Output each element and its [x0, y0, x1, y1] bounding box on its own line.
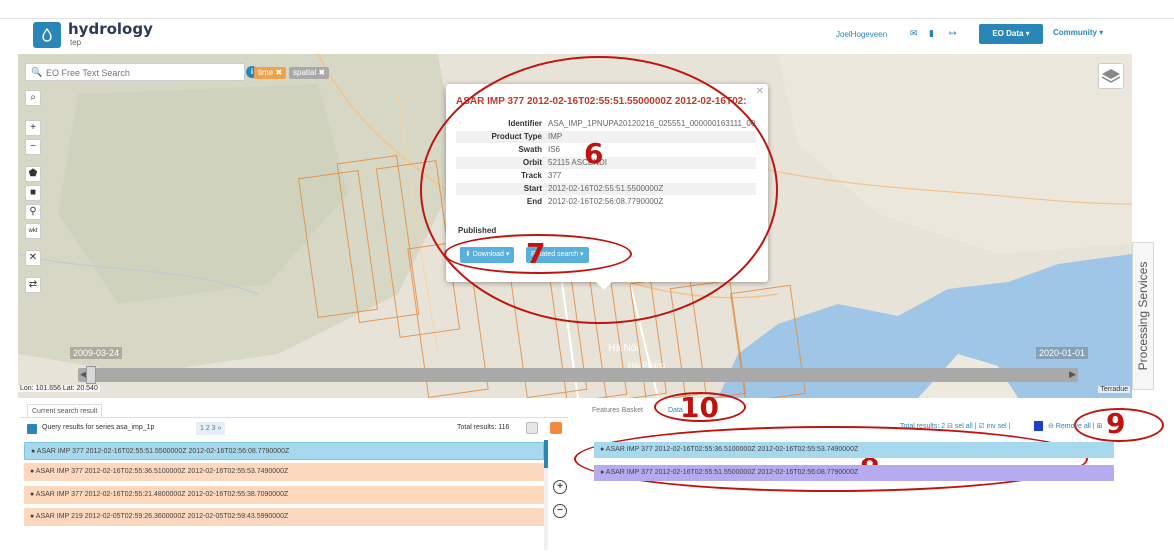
annotation-ring-6	[420, 56, 778, 324]
zoom-search-icon[interactable]: ⌕	[25, 90, 41, 106]
app-name[interactable]: hydrology	[68, 20, 153, 38]
processing-services-tab[interactable]: Processing Services	[1132, 242, 1154, 390]
annotation-9: 9	[1106, 407, 1126, 440]
result-row[interactable]: ● ASAR IMP 377 2012-02-16T02:55:51.55000…	[24, 442, 544, 460]
tab-data[interactable]: Data	[668, 404, 683, 418]
app-subtitle: tep	[70, 38, 82, 47]
community-menu[interactable]: Community ▾	[1053, 28, 1103, 37]
zoom-out-button[interactable]: −	[25, 139, 41, 155]
annotation-10: 10	[680, 391, 719, 424]
user-link[interactable]: JoelHogeveen	[836, 30, 887, 39]
coordinate-readout: Lon: 101.656 Lat: 20.540	[18, 385, 100, 392]
annotation-7: 7	[526, 237, 546, 270]
remove-all-link[interactable]: ⊖ Remove all | ⊞	[1048, 422, 1102, 430]
basket-row[interactable]: ● ASAR IMP 377 2012-02-16T02:55:36.51000…	[594, 442, 1114, 458]
draw-point-icon[interactable]: ⚲	[25, 204, 41, 220]
slider-handle[interactable]	[86, 366, 96, 384]
basket-row[interactable]: ● ASAR IMP 377 2012-02-16T02:55:51.55000…	[594, 465, 1114, 481]
annotation-ring-8	[574, 426, 1088, 492]
color-toggle-icon[interactable]	[550, 422, 562, 434]
result-row[interactable]: ● ASAR IMP 219 2012-02-05T02:59:26.36000…	[24, 508, 544, 526]
spatial-filter-tag[interactable]: spatial ✖	[289, 67, 330, 79]
place-hanoi: Hà Nội	[608, 343, 639, 354]
date-end-label: 2020-01-01	[1036, 347, 1089, 359]
time-filter-tag[interactable]: time ✖	[254, 67, 287, 79]
result-row[interactable]: ● ASAR IMP 377 2012-02-16T02:55:21.48000…	[24, 486, 544, 504]
book-icon[interactable]: ▮	[929, 29, 939, 38]
slider-right-arrow-icon[interactable]: ▶	[1069, 369, 1076, 380]
query-label: Query results for series asa_imp_1p	[42, 424, 155, 431]
results-panel: Query results for series asa_imp_1p 1 2 …	[20, 417, 568, 552]
time-slider[interactable]: ◀ ▶	[78, 366, 1078, 384]
total-results: Total results: 116	[457, 424, 510, 431]
tab-current-search-result[interactable]: Current search result	[27, 404, 103, 418]
tab-features-basket[interactable]: Features Basket	[592, 404, 643, 418]
draw-rectangle-icon[interactable]: ■	[25, 185, 41, 201]
result-row[interactable]: ● ASAR IMP 377 2012-02-16T02:55:36.51000…	[24, 463, 544, 481]
link-icon[interactable]: ⇄	[25, 277, 41, 293]
signout-icon[interactable]: ↦	[949, 29, 959, 38]
list-view-icon[interactable]	[526, 422, 538, 434]
pagination[interactable]: 1 2 3 »	[196, 422, 226, 435]
eo-data-button[interactable]: EO Data ▾	[979, 24, 1043, 44]
map-attribution[interactable]: Terradue	[1098, 386, 1130, 393]
scroll-thumb[interactable]	[544, 440, 548, 468]
remove-from-basket-icon[interactable]: −	[553, 504, 567, 518]
clear-geometry-icon[interactable]: ✕	[25, 250, 41, 266]
logo-icon[interactable]	[33, 22, 61, 48]
wkt-icon[interactable]: wkt	[25, 223, 41, 239]
series-icon	[27, 424, 37, 434]
basket-color-icon[interactable]	[1034, 421, 1043, 431]
mail-icon[interactable]: ✉	[910, 29, 920, 38]
date-start-label: 2009-03-24	[70, 347, 123, 359]
processing-services-label: Processing Services	[1136, 261, 1150, 371]
header-divider	[0, 18, 1174, 19]
search-input[interactable]	[46, 66, 231, 79]
top-bar: hydrology tep JoelHogeveen ✉ ▮ ↦ EO Data…	[0, 0, 1174, 52]
search-icon: 🔍	[31, 67, 43, 77]
zoom-in-button[interactable]: +	[25, 120, 41, 136]
annotation-6: 6	[584, 137, 604, 170]
basket-tools[interactable]: Total results: 2 ⊟ sel all | ☑ inv sel |	[900, 422, 1010, 430]
layers-icon[interactable]	[1098, 63, 1124, 89]
add-to-basket-icon[interactable]: +	[553, 480, 567, 494]
results-scrollbar[interactable]	[544, 440, 548, 550]
free-text-search[interactable]: 🔍 i	[25, 63, 258, 81]
draw-polygon-icon[interactable]: ⬟	[25, 166, 41, 182]
